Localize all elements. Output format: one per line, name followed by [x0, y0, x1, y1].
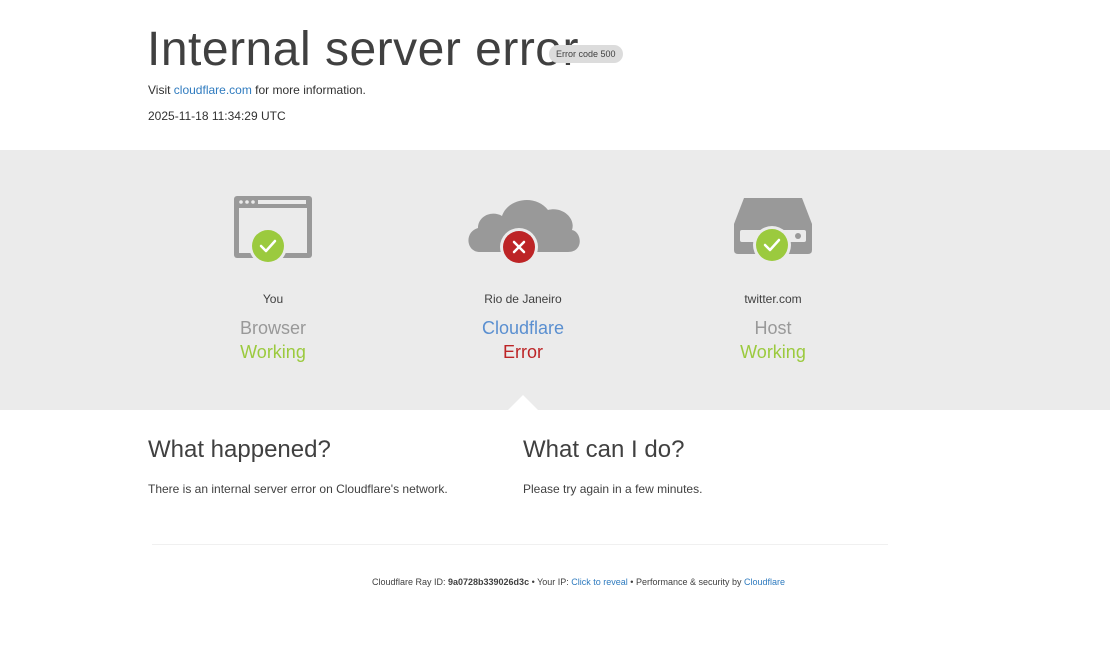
what-can-i-do-text: Please try again in a few minutes.: [523, 482, 703, 496]
ray-id-value: 9a0728b339026d3c: [448, 577, 530, 587]
cloudflare-status: Rio de Janeiro Cloudflare Error: [398, 150, 648, 410]
browser-location: You: [262, 292, 284, 306]
host-role: Host: [754, 318, 792, 338]
host-state: Working: [740, 342, 806, 362]
cloudflare-link[interactable]: cloudflare.com: [174, 83, 252, 97]
host-location: twitter.com: [744, 292, 802, 306]
what-can-i-do-section: What can I do? Please try again in a few…: [523, 436, 863, 496]
what-happened-section: What happened? There is an internal serv…: [148, 436, 488, 496]
cloudflare-state: Error: [503, 342, 543, 362]
check-icon: [753, 226, 791, 264]
x-icon: [500, 228, 538, 266]
cloudflare-location: Rio de Janeiro: [484, 292, 562, 306]
what-happened-text: There is an internal server error on Clo…: [148, 482, 448, 496]
host-status: twitter.com Host Working: [648, 150, 898, 410]
footer-divider: [152, 544, 888, 545]
visit-prefix: Visit: [148, 83, 174, 97]
browser-window-icon: [148, 190, 398, 275]
ray-id-label: Cloudflare Ray ID:: [371, 577, 448, 587]
footer-separator-perf: • Performance & security by: [627, 577, 744, 587]
cloud-icon: [398, 190, 648, 275]
page-header: Internal server error Error code 500 Vis…: [0, 0, 1110, 150]
visit-line: Visit cloudflare.com for more informatio…: [148, 83, 366, 97]
cloudflare-footer-link[interactable]: Cloudflare: [744, 577, 785, 587]
what-can-i-do-heading: What can I do?: [523, 436, 685, 463]
browser-state: Working: [240, 342, 306, 362]
cloudflare-role: Cloudflare: [481, 318, 565, 338]
error-code-badge: Error code 500: [549, 45, 623, 63]
check-icon: [249, 227, 287, 265]
page-title: Internal server error: [147, 23, 579, 76]
footer-separator-ip: • Your IP:: [529, 577, 572, 587]
reveal-ip-link[interactable]: Click to reveal: [571, 577, 628, 587]
status-panel: You Browser Working Rio de Janeiro Cloud…: [0, 150, 1110, 410]
server-icon: [648, 190, 898, 275]
error-timestamp: 2025-11-18 11:34:29 UTC: [148, 109, 286, 123]
browser-status: You Browser Working: [148, 150, 398, 410]
what-happened-heading: What happened?: [148, 436, 331, 463]
footer: Cloudflare Ray ID: 9a0728b339026d3c • Yo…: [0, 577, 1110, 587]
browser-role: Browser: [239, 318, 306, 338]
visit-suffix: for more information.: [251, 83, 366, 97]
